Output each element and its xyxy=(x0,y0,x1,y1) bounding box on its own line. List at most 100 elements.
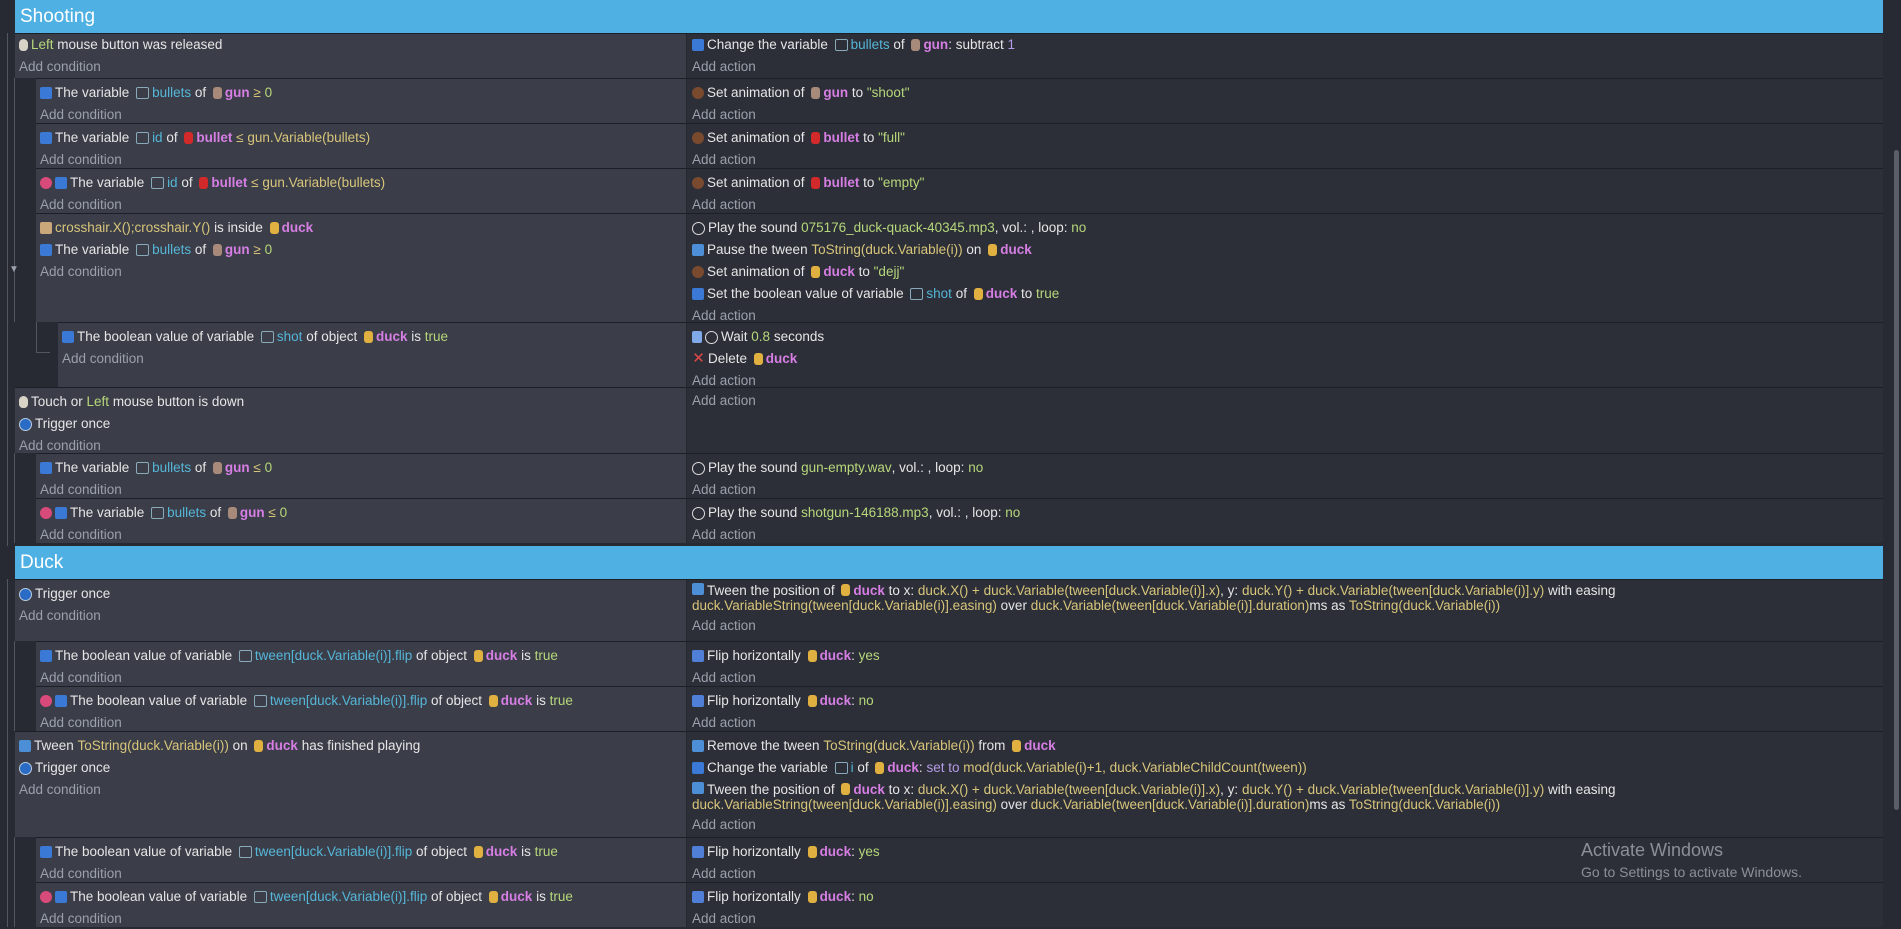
condition-row[interactable]: The variable bullets of gun ≥ 0 xyxy=(36,239,686,261)
action-row[interactable]: Flip horizontally duck: no xyxy=(687,687,1883,712)
add-condition-link[interactable]: Add condition xyxy=(58,348,686,369)
condition-row[interactable]: The variable id of bullet ≤ gun.Variable… xyxy=(36,124,686,149)
add-condition-link[interactable]: Add condition xyxy=(36,479,686,500)
add-action-link[interactable]: Add action xyxy=(687,908,1883,929)
action-row[interactable]: Flip horizontally duck: yes xyxy=(687,642,1883,667)
actions-panel: Change the variable bullets of gun: subt… xyxy=(687,34,1883,78)
add-condition-link[interactable]: Add condition xyxy=(36,104,686,125)
add-action-link[interactable]: Add action xyxy=(687,712,1883,733)
add-condition-link[interactable]: Add condition xyxy=(36,908,686,929)
condition-row[interactable]: The boolean value of variable tween[duck… xyxy=(36,883,686,908)
vertical-scrollbar[interactable] xyxy=(1894,150,1899,810)
condition-row[interactable]: The boolean value of variable shot of ob… xyxy=(58,323,686,348)
add-condition-link[interactable]: Add condition xyxy=(36,863,686,884)
event-bullet-id-empty[interactable]: The variable id of bullet ≤ gun.Variable… xyxy=(36,168,1883,213)
condition-row[interactable]: Left mouse button was released xyxy=(15,34,686,56)
actions-panel: Play the sound 075176_duck-quack-40345.m… xyxy=(687,214,1883,323)
add-condition-link[interactable]: Add condition xyxy=(36,261,686,282)
group-header-duck[interactable]: Duck xyxy=(15,546,1883,579)
condition-row[interactable]: The boolean value of variable tween[duck… xyxy=(36,642,686,667)
add-action-link[interactable]: Add action xyxy=(687,104,1883,125)
timer-icon xyxy=(705,330,718,344)
add-condition-link[interactable]: Add condition xyxy=(15,779,686,800)
object-name: bullet xyxy=(823,175,860,190)
condition-row[interactable]: crosshair.X();crosshair.Y() is inside du… xyxy=(36,214,686,239)
event-duck-trigger-once[interactable]: Trigger once Add condition Tween the pos… xyxy=(15,579,1883,641)
action-row[interactable]: Remove the tween ToString(duck.Variable(… xyxy=(687,732,1883,757)
easing-text: with easing xyxy=(1547,782,1616,797)
event-not-flip-true-2[interactable]: The boolean value of variable tween[duck… xyxy=(36,882,1883,927)
bullet-object-icon xyxy=(811,177,821,189)
event-bullets-le-zero[interactable]: The variable bullets of gun ≤ 0 Add cond… xyxy=(36,453,1883,498)
actions-panel: Play the sound shotgun-146188.mp3, vol.:… xyxy=(687,499,1883,543)
condition-row[interactable]: Trigger once xyxy=(15,580,686,605)
x-expression: duck.X() + duck.Variable(tween[duck.Vari… xyxy=(917,583,1221,598)
duck-object-icon xyxy=(988,244,998,256)
variable-name: bullets xyxy=(152,460,192,475)
action-row[interactable]: Set animation of duck to "dejj" xyxy=(687,261,1883,283)
condition-row[interactable]: The variable bullets of gun ≤ 0 xyxy=(36,499,686,524)
add-action-link[interactable]: Add action xyxy=(687,814,1883,835)
event-touch-or-left-down[interactable]: Touch or Left mouse button is down Trigg… xyxy=(15,387,1883,453)
group-header-shooting[interactable]: Shooting xyxy=(15,0,1883,33)
add-action-link[interactable]: Add action xyxy=(687,524,1883,545)
add-condition-link[interactable]: Add condition xyxy=(36,667,686,688)
event-tween-finished[interactable]: Tween ToString(duck.Variable(i)) on duck… xyxy=(15,731,1883,837)
condition-text: The variable xyxy=(70,175,145,190)
action-row[interactable]: Change the variable bullets of gun: subt… xyxy=(687,34,1883,56)
condition-row[interactable]: The variable id of bullet ≤ gun.Variable… xyxy=(36,169,686,194)
add-action-link[interactable]: Add action xyxy=(687,667,1883,688)
object-name: duck xyxy=(500,889,533,904)
add-condition-link[interactable]: Add condition xyxy=(15,56,686,77)
action-row[interactable]: Play the sound 075176_duck-quack-40345.m… xyxy=(687,214,1883,239)
action-row[interactable]: ✕ Delete duck xyxy=(687,348,1883,370)
action-row[interactable]: Play the sound shotgun-146188.mp3, vol.:… xyxy=(687,499,1883,524)
action-row[interactable]: Play the sound gun-empty.wav, vol.: , lo… xyxy=(687,454,1883,479)
condition-row[interactable]: The variable bullets of gun ≤ 0 xyxy=(36,454,686,479)
action-row[interactable]: Wait 0.8 seconds xyxy=(687,323,1883,348)
add-action-link[interactable]: Add action xyxy=(687,388,1883,411)
condition-text: The boolean value of variable xyxy=(77,329,255,344)
event-bullets-ge-zero[interactable]: The variable bullets of gun ≥ 0 Add cond… xyxy=(36,78,1883,123)
add-condition-link[interactable]: Add condition xyxy=(15,605,686,626)
variable-name: tween[duck.Variable(i)].flip xyxy=(269,693,428,708)
action-row[interactable]: Tween the position of duck to x: duck.X(… xyxy=(687,580,1883,615)
condition-row[interactable]: The boolean value of variable tween[duck… xyxy=(36,838,686,863)
event-not-bullets-le-zero[interactable]: The variable bullets of gun ≤ 0 Add cond… xyxy=(36,498,1883,543)
condition-row[interactable]: Trigger once xyxy=(15,413,686,435)
add-condition-link[interactable]: Add condition xyxy=(36,712,686,733)
action-row[interactable]: Set animation of bullet to "empty" xyxy=(687,169,1883,194)
add-action-link[interactable]: Add action xyxy=(687,149,1883,170)
collapse-arrow-icon[interactable]: ▼ xyxy=(9,264,19,275)
event-crosshair-inside-duck[interactable]: crosshair.X();crosshair.Y() is inside du… xyxy=(36,213,1883,323)
add-condition-link[interactable]: Add condition xyxy=(36,524,686,545)
add-condition-link[interactable]: Add condition xyxy=(36,149,686,170)
add-action-link[interactable]: Add action xyxy=(687,194,1883,215)
add-action-link[interactable]: Add action xyxy=(687,615,1883,636)
action-text: Delete xyxy=(708,351,748,366)
condition-row[interactable]: The variable bullets of gun ≥ 0 xyxy=(36,79,686,104)
flip-icon xyxy=(692,650,704,662)
duck-object-icon xyxy=(807,650,817,662)
add-action-link[interactable]: Add action xyxy=(687,479,1883,500)
condition-row[interactable]: Tween ToString(duck.Variable(i)) on duck… xyxy=(15,732,686,757)
event-left-released[interactable]: Left mouse button was released Add condi… xyxy=(15,33,1883,78)
event-flip-true[interactable]: The boolean value of variable tween[duck… xyxy=(36,641,1883,686)
action-row[interactable]: Change the variable i of duck: set to mo… xyxy=(687,757,1883,779)
action-row[interactable]: Set animation of bullet to "full" xyxy=(687,124,1883,149)
action-row[interactable]: Set the boolean value of variable shot o… xyxy=(687,283,1883,305)
action-row[interactable]: Flip horizontally duck: no xyxy=(687,883,1883,908)
event-not-flip-true[interactable]: The boolean value of variable tween[duck… xyxy=(36,686,1883,731)
action-row[interactable]: Pause the tween ToString(duck.Variable(i… xyxy=(687,239,1883,261)
action-row[interactable]: Tween the position of duck to x: duck.X(… xyxy=(687,779,1883,814)
condition-row[interactable]: The boolean value of variable tween[duck… xyxy=(36,687,686,712)
events-sheet[interactable]: Shooting Left mouse button was released … xyxy=(0,0,1883,927)
event-bullet-id-full[interactable]: The variable id of bullet ≤ gun.Variable… xyxy=(36,123,1883,168)
event-duck-shot-true[interactable]: The boolean value of variable shot of ob… xyxy=(58,322,1883,388)
condition-row[interactable]: Touch or Left mouse button is down xyxy=(15,388,686,413)
conditions-panel: The variable bullets of gun ≤ 0 Add cond… xyxy=(36,454,687,498)
condition-row[interactable]: Trigger once xyxy=(15,757,686,779)
add-action-link[interactable]: Add action xyxy=(687,56,1883,77)
action-row[interactable]: Set animation of gun to "shoot" xyxy=(687,79,1883,104)
add-condition-link[interactable]: Add condition xyxy=(36,194,686,215)
